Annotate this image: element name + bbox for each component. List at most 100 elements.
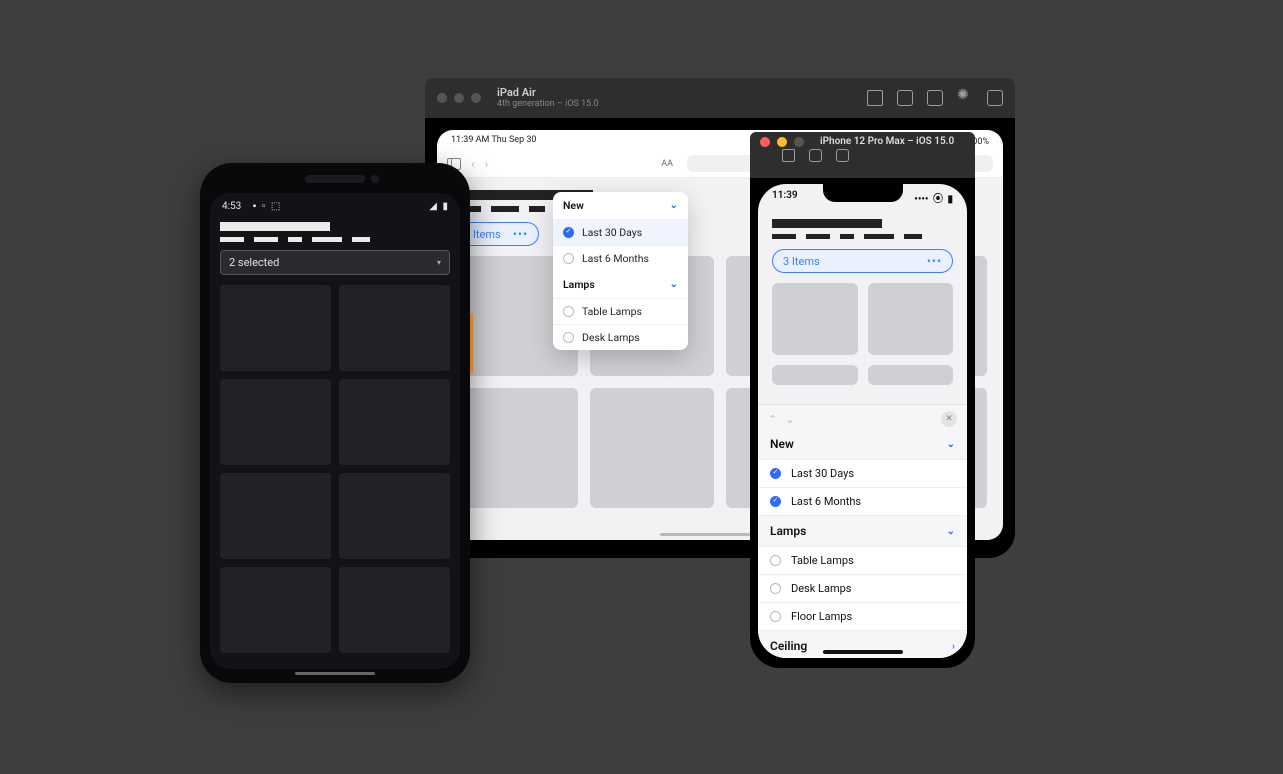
- page-title-skeleton: [772, 219, 882, 228]
- select-label: 2 selected: [229, 256, 279, 269]
- option-label: Desk Lamps: [791, 582, 851, 595]
- signal-icon: ◢: [429, 201, 437, 212]
- product-tile[interactable]: [453, 388, 578, 508]
- iphone-titlebar[interactable]: iPhone 12 Pro Max – iOS 15.0: [750, 132, 975, 178]
- maximize-dot-icon[interactable]: [794, 137, 804, 147]
- chevron-down-icon: ⌄: [670, 279, 678, 290]
- ipad-status-time: 11:39 AM: [451, 135, 489, 145]
- product-tile[interactable]: [868, 365, 954, 385]
- product-tile[interactable]: [220, 285, 331, 371]
- window-traffic-lights[interactable]: [760, 137, 804, 147]
- earpiece: [305, 175, 365, 183]
- section-title: Ceiling: [770, 639, 807, 653]
- select-dropdown[interactable]: 2 selected ▾: [220, 250, 450, 275]
- section-title: New: [770, 437, 794, 451]
- close-dot-icon[interactable]: [760, 137, 770, 147]
- share-icon[interactable]: [836, 149, 849, 162]
- filter-option[interactable]: Desk Lamps: [758, 575, 967, 603]
- filter-sheet: ⌃ ⌄ ✕ New ⌄ Last 30 Days Last 6 Months: [758, 404, 967, 658]
- ipad-window-subtitle: 4th generation – iOS 15.0: [497, 99, 599, 109]
- back-icon[interactable]: ‹: [471, 157, 475, 171]
- filter-option[interactable]: Last 6 Months: [553, 245, 688, 271]
- radio-icon: [770, 583, 781, 594]
- keyboard-icon[interactable]: [987, 90, 1003, 106]
- maximize-dot-icon[interactable]: [471, 93, 481, 103]
- filter-option[interactable]: Floor Lamps: [758, 603, 967, 631]
- home-icon[interactable]: [782, 149, 795, 162]
- product-tile[interactable]: [339, 473, 450, 559]
- text-size-icon[interactable]: AA: [661, 159, 673, 169]
- option-label: Table Lamps: [791, 554, 854, 567]
- status-icon: ▫: [262, 201, 266, 212]
- wifi-icon: ⦿: [933, 194, 943, 205]
- android-screen: 4:53 ▪ ▫ ⬚ ◢ ▮ 2 selected ▾: [210, 193, 460, 669]
- product-tile[interactable]: [772, 283, 858, 355]
- more-icon[interactable]: •••: [513, 227, 528, 241]
- appearance-icon[interactable]: [957, 90, 973, 106]
- filter-option[interactable]: Last 6 Months: [758, 488, 967, 516]
- filter-option[interactable]: Last 30 Days: [758, 459, 967, 488]
- battery-icon: ▮: [442, 201, 448, 212]
- radio-icon: [770, 611, 781, 622]
- minimize-dot-icon[interactable]: [777, 137, 787, 147]
- option-label: Last 30 Days: [791, 467, 854, 480]
- filter-option[interactable]: Desk Lamps: [553, 324, 688, 350]
- screenshot-icon[interactable]: [809, 149, 822, 162]
- forward-icon[interactable]: ›: [485, 157, 489, 171]
- product-tile[interactable]: [220, 567, 331, 653]
- android-device: 4:53 ▪ ▫ ⬚ ◢ ▮ 2 selected ▾: [200, 163, 470, 683]
- option-label: Desk Lamps: [582, 331, 640, 344]
- popover-section-header[interactable]: New ⌄: [553, 192, 688, 219]
- product-tile[interactable]: [868, 283, 954, 355]
- chevron-up-icon[interactable]: ⌃: [768, 413, 777, 426]
- menu-skeleton: [220, 237, 450, 242]
- product-tile[interactable]: [220, 379, 331, 465]
- more-icon[interactable]: •••: [927, 254, 942, 268]
- sheet-section-header[interactable]: Lamps ⌄: [758, 516, 967, 546]
- battery-icon: ▮: [947, 194, 953, 205]
- option-label: Last 6 Months: [582, 252, 649, 265]
- product-tile[interactable]: [590, 388, 715, 508]
- option-label: Table Lamps: [582, 305, 642, 318]
- android-frame: 4:53 ▪ ▫ ⬚ ◢ ▮ 2 selected ▾: [200, 163, 470, 683]
- signal-icon: ••••: [914, 194, 928, 205]
- share-icon[interactable]: [927, 90, 943, 106]
- popover-section-header[interactable]: Lamps ⌄: [553, 271, 688, 298]
- iphone-screen: 11:39 •••• ⦿ ▮ 3 Items •••: [758, 184, 967, 658]
- status-time: 11:39: [772, 190, 798, 205]
- section-title: Lamps: [770, 524, 806, 538]
- filter-pill[interactable]: 3 Items •••: [772, 249, 953, 273]
- radio-icon: [563, 306, 574, 317]
- chevron-down-icon[interactable]: ⌄: [785, 413, 794, 426]
- screenshot-icon[interactable]: [897, 90, 913, 106]
- product-tile[interactable]: [339, 567, 450, 653]
- product-tile[interactable]: [339, 379, 450, 465]
- chevron-down-icon: ⌄: [947, 439, 955, 450]
- power-button[interactable]: [470, 313, 473, 373]
- iphone-page-content: 3 Items •••: [758, 205, 967, 385]
- product-tile[interactable]: [220, 473, 331, 559]
- option-label: Last 30 Days: [582, 226, 642, 239]
- android-status-bar: 4:53 ▪ ▫ ⬚ ◢ ▮: [210, 193, 460, 216]
- product-tile[interactable]: [772, 365, 858, 385]
- lock-icon: ▪: [253, 201, 257, 212]
- close-icon[interactable]: ✕: [941, 411, 957, 427]
- minimize-dot-icon[interactable]: [454, 93, 464, 103]
- radio-checked-icon: [770, 468, 781, 479]
- ipad-titlebar[interactable]: iPad Air 4th generation – iOS 15.0: [425, 78, 1015, 118]
- menu-skeleton: [772, 234, 953, 239]
- chevron-right-icon: ›: [952, 641, 955, 652]
- filter-option[interactable]: Table Lamps: [758, 546, 967, 575]
- home-icon[interactable]: [867, 90, 883, 106]
- product-tile[interactable]: [339, 285, 450, 371]
- iphone-simulator-window: iPhone 12 Pro Max – iOS 15.0 11:39 •••• …: [750, 132, 975, 668]
- sheet-section-header[interactable]: New ⌄: [758, 429, 967, 459]
- filter-option[interactable]: Last 30 Days: [553, 219, 688, 245]
- product-grid: [220, 285, 450, 653]
- filter-option[interactable]: Table Lamps: [553, 298, 688, 324]
- page-title-skeleton: [220, 222, 330, 231]
- home-indicator[interactable]: [823, 650, 903, 654]
- close-dot-icon[interactable]: [437, 93, 447, 103]
- window-traffic-lights[interactable]: [437, 93, 481, 103]
- radio-icon: [563, 253, 574, 264]
